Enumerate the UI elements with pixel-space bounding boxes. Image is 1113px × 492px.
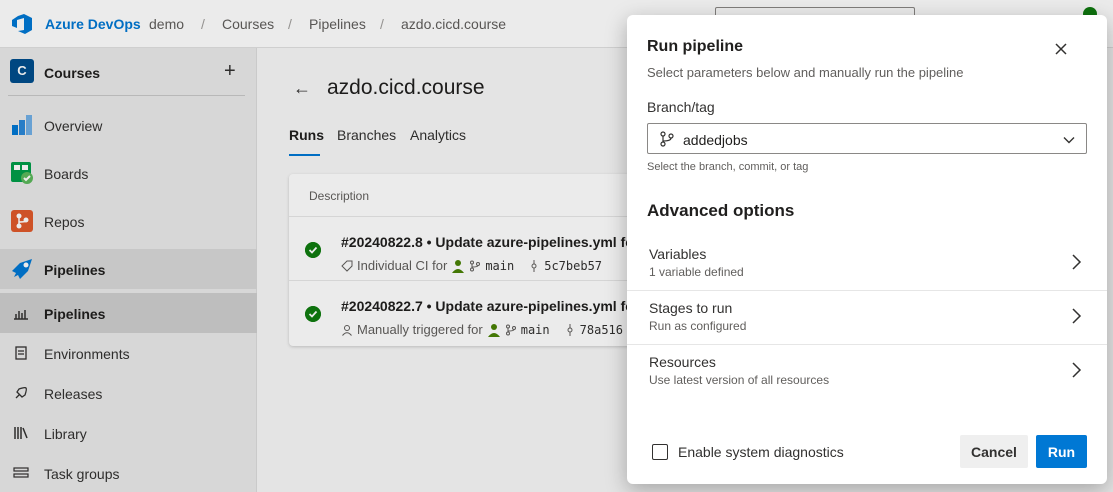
diagnostics-label[interactable]: Enable system diagnostics bbox=[678, 444, 844, 460]
diagnostics-checkbox[interactable] bbox=[652, 444, 668, 460]
branch-dropdown[interactable]: addedjobs bbox=[647, 123, 1087, 154]
option-variables[interactable]: Variables 1 variable defined bbox=[627, 236, 1107, 290]
dialog-title: Run pipeline bbox=[647, 38, 743, 55]
run-pipeline-dialog: Run pipeline Select parameters below and… bbox=[627, 15, 1107, 484]
chevron-right-icon bbox=[1072, 254, 1082, 270]
advanced-options-title: Advanced options bbox=[647, 201, 795, 220]
chevron-right-icon bbox=[1072, 308, 1082, 324]
dialog-subtitle: Select parameters below and manually run… bbox=[647, 65, 964, 80]
branch-help-text: Select the branch, commit, or tag bbox=[647, 161, 809, 173]
option-description: Use latest version of all resources bbox=[649, 373, 830, 387]
option-resources[interactable]: Resources Use latest version of all reso… bbox=[627, 344, 1107, 398]
option-name: Stages to run bbox=[649, 300, 733, 316]
option-name: Variables bbox=[649, 246, 707, 262]
branch-label: Branch/tag bbox=[647, 99, 715, 115]
option-description: Run as configured bbox=[649, 319, 747, 333]
branch-value: addedjobs bbox=[683, 132, 748, 148]
cancel-button[interactable]: Cancel bbox=[960, 435, 1028, 468]
option-description: 1 variable defined bbox=[649, 265, 744, 279]
option-name: Resources bbox=[649, 354, 716, 370]
branch-icon bbox=[660, 131, 674, 147]
close-icon[interactable] bbox=[1051, 39, 1071, 59]
chevron-right-icon bbox=[1072, 362, 1082, 378]
run-button[interactable]: Run bbox=[1036, 435, 1087, 468]
chevron-down-icon bbox=[1063, 137, 1075, 144]
option-stages[interactable]: Stages to run Run as configured bbox=[627, 290, 1107, 344]
